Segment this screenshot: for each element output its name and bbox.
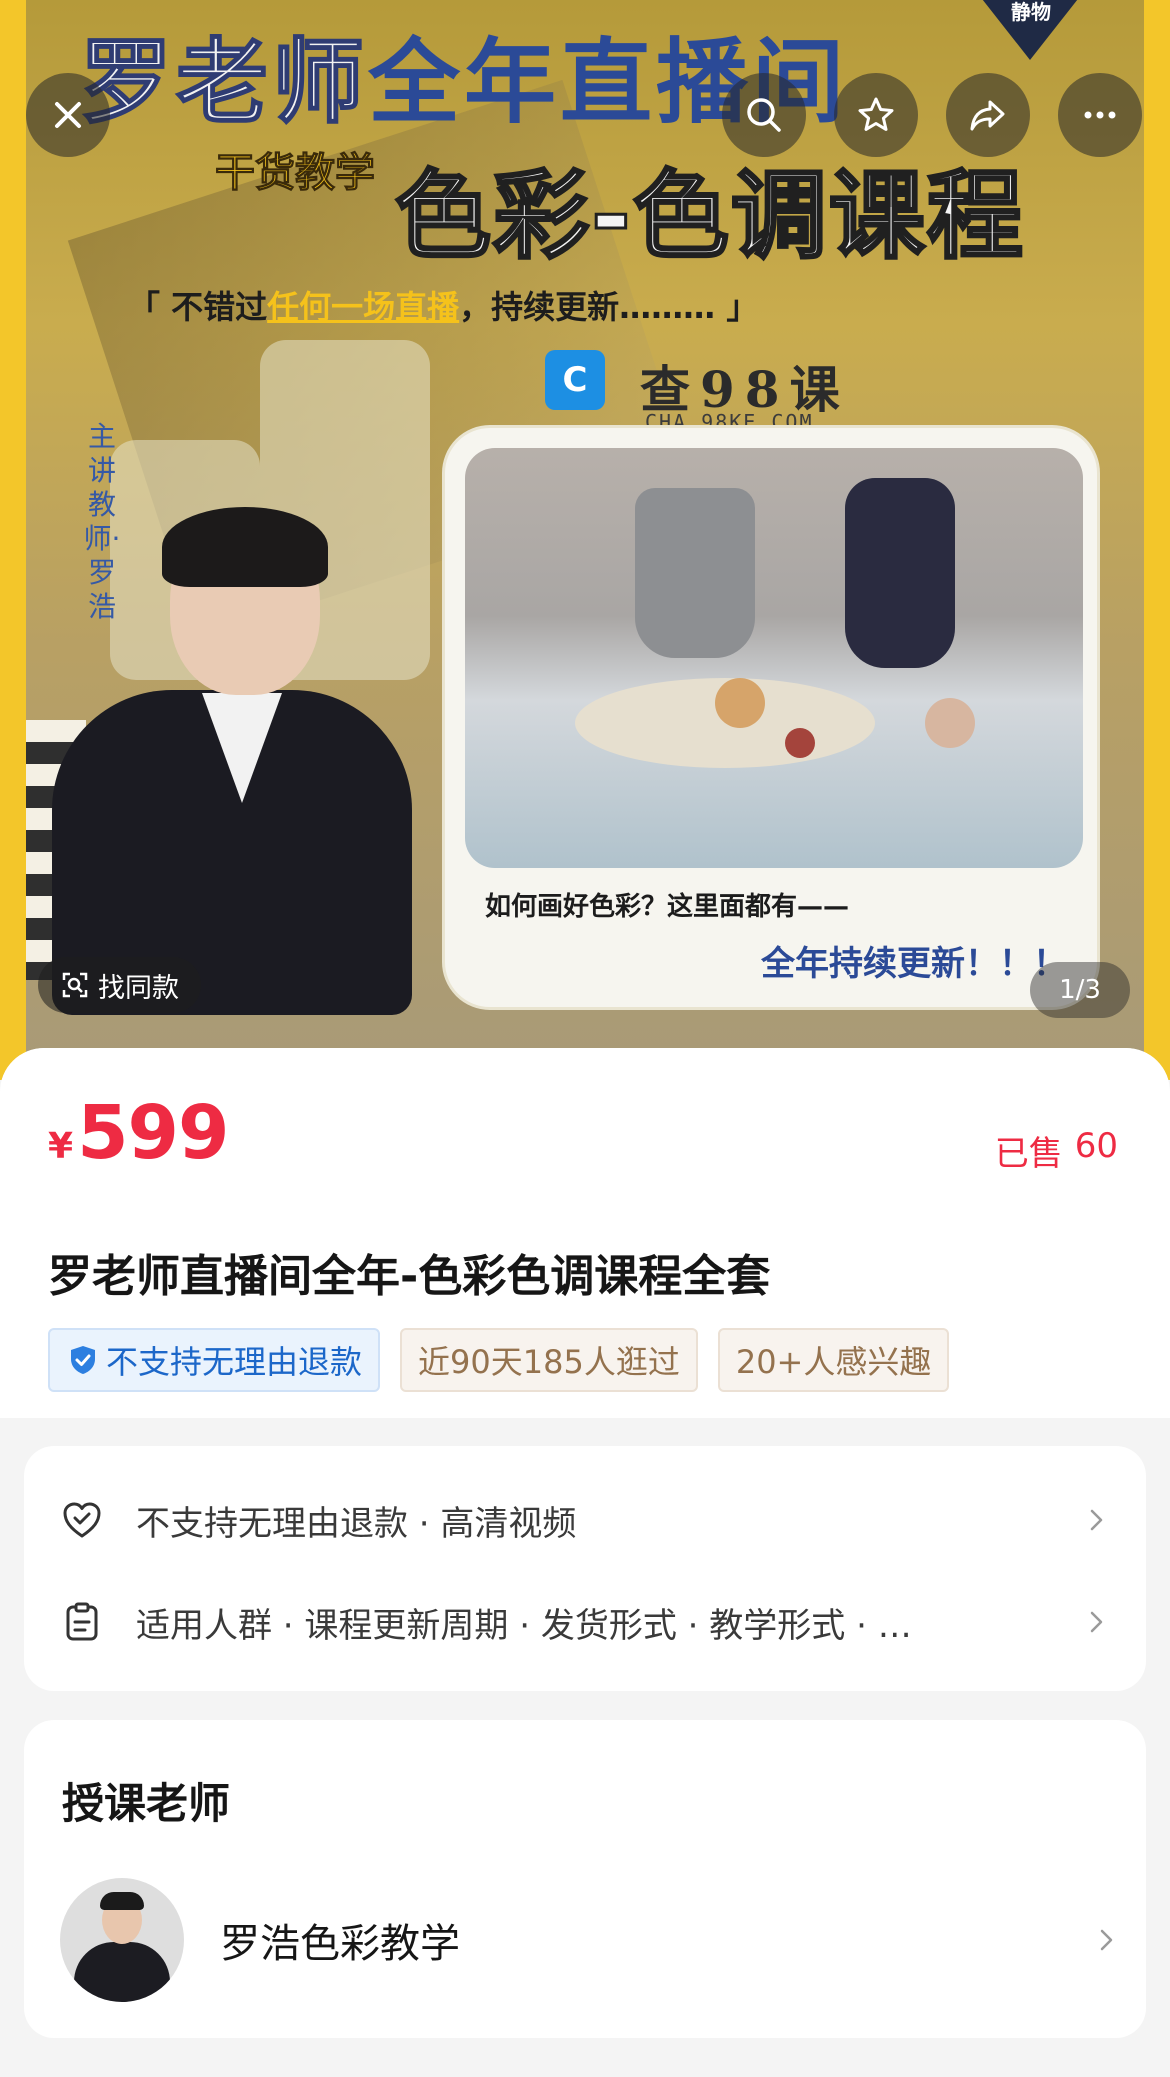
clipboard-icon (66, 1602, 98, 1641)
painting-card: 如何画好色彩？这里面都有—— 全年持续更新！！！ (442, 425, 1100, 1010)
share-button[interactable] (946, 73, 1030, 157)
refund-policy-tag[interactable]: 不支持无理由退款 (48, 1328, 381, 1392)
product-title: 罗老师直播间全年-色彩色调课程全套 (48, 1251, 771, 1302)
share-icon (970, 100, 1005, 131)
shield-check-icon (71, 1346, 95, 1374)
tag-label: 近90天185人逛过 (418, 1343, 680, 1381)
more-button[interactable] (1058, 73, 1142, 157)
service-text: 适用人群 · 课程更新周期 · 发货形式 · 教学形式 · … (136, 1605, 912, 1646)
scan-icon (62, 972, 88, 998)
chevron-right-icon (1100, 1929, 1113, 1951)
find-similar-label: 找同款 (98, 972, 179, 1004)
page-indicator: 1/3 (1030, 962, 1130, 1018)
teacher-name: 罗浩色彩教学 (220, 1921, 460, 1967)
chevron-right-icon (1090, 1509, 1103, 1531)
card-slogan: 全年持续更新！！！ (761, 944, 1067, 984)
sold-count: 已售 60 (995, 1126, 1118, 1175)
service-row-guarantee[interactable]: 不支持无理由退款 · 高清视频 (60, 1480, 1110, 1560)
search-button[interactable] (722, 73, 806, 157)
star-icon (858, 97, 894, 131)
teacher-section-heading: 授课老师 (62, 1779, 231, 1828)
teacher-row[interactable]: 罗浩色彩教学 (60, 1875, 1120, 2005)
price-title-section: ¥ 599 已售 60 罗老师直播间全年-色彩色调课程全套 不支持无理由退款 近… (0, 1048, 1170, 1418)
logo-icon: C (545, 350, 605, 410)
find-similar-button[interactable]: 找同款 (38, 957, 201, 1013)
hero-subtitle-small: 干货教学 (215, 150, 376, 197)
price-value: 599 (77, 1090, 229, 1176)
card-caption: 如何画好色彩？这里面都有—— (485, 892, 850, 922)
hero-quote: 「 不错过任何一场直播，持续更新……… 」 (128, 288, 759, 326)
service-text: 不支持无理由退款 · 高清视频 (136, 1503, 577, 1544)
hero-title-main: 色彩-色调课程 (394, 159, 1025, 274)
teacher-photo (52, 507, 412, 1015)
tag-list: 不支持无理由退款 近90天185人逛过 20+人感兴趣 (48, 1328, 950, 1392)
service-card: 不支持无理由退款 · 高清视频 适用人群 · 课程更新周期 · 发货形式 · 教… (24, 1446, 1146, 1691)
close-icon (55, 102, 81, 128)
currency-symbol: ¥ (48, 1126, 74, 1167)
views-tag: 近90天185人逛过 (400, 1328, 698, 1392)
service-row-details[interactable]: 适用人群 · 课程更新周期 · 发货形式 · 教学形式 · … (60, 1582, 1110, 1662)
tag-label: 不支持无理由退款 (106, 1343, 363, 1381)
favorite-button[interactable] (834, 73, 918, 157)
search-icon (747, 98, 781, 132)
chevron-right-icon (1090, 1611, 1103, 1633)
product-image-carousel[interactable]: 罗老师全年直播间 静物 干货教学 色彩-色调课程 「 不错过任何一场直播，持续更… (0, 0, 1170, 1080)
still-life-painting (465, 448, 1083, 868)
heart-shield-icon (63, 1502, 101, 1538)
close-button[interactable] (26, 73, 110, 157)
price: ¥ 599 (48, 1090, 230, 1176)
avatar (60, 1878, 184, 2002)
interest-tag: 20+人感兴趣 (717, 1328, 950, 1392)
teacher-card: 授课老师 罗浩色彩教学 (24, 1720, 1146, 2038)
tag-label: 20+人感兴趣 (735, 1343, 932, 1381)
more-icon (1084, 111, 1116, 119)
category-badge: 静物 (975, 0, 1085, 60)
sold-label: 已售 (994, 1134, 1063, 1174)
product-info-panel: ¥ 599 已售 60 罗老师直播间全年-色彩色调课程全套 不支持无理由退款 近… (0, 1048, 1170, 2077)
sold-number: 60 (1074, 1126, 1118, 1166)
